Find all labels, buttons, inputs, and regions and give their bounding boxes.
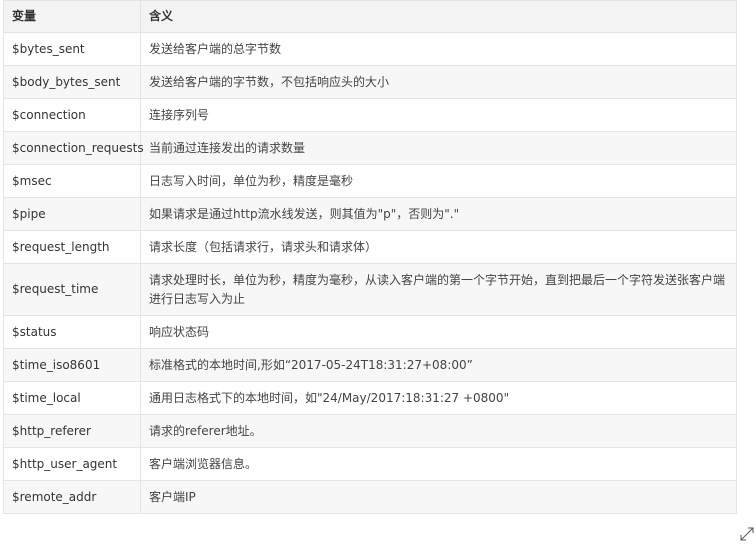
meaning-cell: 请求长度（包括请求行，请求头和请求体） <box>140 230 737 264</box>
meaning-cell: 发送给客户端的总字节数 <box>140 32 737 66</box>
meaning-cell: 请求处理时长，单位为秒，精度为毫秒，从读入客户端的第一个字节开始，直到把最后一个… <box>140 263 737 316</box>
variable-cell: $request_length <box>3 230 141 264</box>
table-row: $remote_addr 客户端IP <box>3 480 737 514</box>
variable-cell: $status <box>3 315 141 349</box>
column-header-variable: 变量 <box>3 0 141 33</box>
variable-cell: $time_iso8601 <box>3 348 141 382</box>
table-row: $body_bytes_sent 发送给客户端的字节数，不包括响应头的大小 <box>3 65 737 99</box>
variable-cell: $bytes_sent <box>3 32 141 66</box>
meaning-cell: 标准格式的本地时间,形如“2017-05-24T18:31:27+08:00” <box>140 348 737 382</box>
variable-cell: $msec <box>3 164 141 198</box>
meaning-cell: 如果请求是通过http流水线发送，则其值为"p"，否则为"." <box>140 197 737 231</box>
meaning-cell: 日志写入时间，单位为秒，精度是毫秒 <box>140 164 737 198</box>
variable-cell: $connection_requests <box>3 131 144 165</box>
table-row: $time_iso8601 标准格式的本地时间,形如“2017-05-24T18… <box>3 348 737 382</box>
variable-cell: $request_time <box>3 263 141 316</box>
variable-cell: $body_bytes_sent <box>3 65 141 99</box>
table-row: $bytes_sent 发送给客户端的总字节数 <box>3 32 737 66</box>
resize-diagonal-icon[interactable] <box>740 526 754 541</box>
variable-cell: $time_local <box>3 381 141 415</box>
variable-cell: $connection <box>3 98 141 132</box>
table-row: $pipe 如果请求是通过http流水线发送，则其值为"p"，否则为"." <box>3 197 737 231</box>
table-row: $msec 日志写入时间，单位为秒，精度是毫秒 <box>3 164 737 198</box>
variable-cell: $http_user_agent <box>3 447 141 481</box>
table-row: $http_user_agent 客户端浏览器信息。 <box>3 447 737 481</box>
table-row: $request_length 请求长度（包括请求行，请求头和请求体） <box>3 230 737 264</box>
meaning-cell: 客户端IP <box>140 480 737 514</box>
table-row: $http_referer 请求的referer地址。 <box>3 414 737 448</box>
table-row: $status 响应状态码 <box>3 315 737 349</box>
table-row: $request_time 请求处理时长，单位为秒，精度为毫秒，从读入客户端的第… <box>3 263 737 316</box>
meaning-cell: 连接序列号 <box>140 98 737 132</box>
table-row: $connection 连接序列号 <box>3 98 737 132</box>
meaning-cell: 通用日志格式下的本地时间，如"24/May/2017:18:31:27 +080… <box>140 381 737 415</box>
meaning-cell: 客户端浏览器信息。 <box>140 447 737 481</box>
table-header-row: 变量 含义 <box>3 0 737 33</box>
meaning-cell: 当前通过连接发出的请求数量 <box>140 131 737 165</box>
variable-cell: $remote_addr <box>3 480 141 514</box>
column-header-meaning: 含义 <box>140 0 737 33</box>
variables-table: 变量 含义 $bytes_sent 发送给客户端的总字节数 $body_byte… <box>3 0 737 514</box>
meaning-cell: 发送给客户端的字节数，不包括响应头的大小 <box>140 65 737 99</box>
variable-cell: $http_referer <box>3 414 141 448</box>
meaning-cell: 请求的referer地址。 <box>140 414 737 448</box>
table-row: $connection_requests 当前通过连接发出的请求数量 <box>3 131 737 165</box>
variable-cell: $pipe <box>3 197 141 231</box>
meaning-cell: 响应状态码 <box>140 315 737 349</box>
table-row: $time_local 通用日志格式下的本地时间，如"24/May/2017:1… <box>3 381 737 415</box>
